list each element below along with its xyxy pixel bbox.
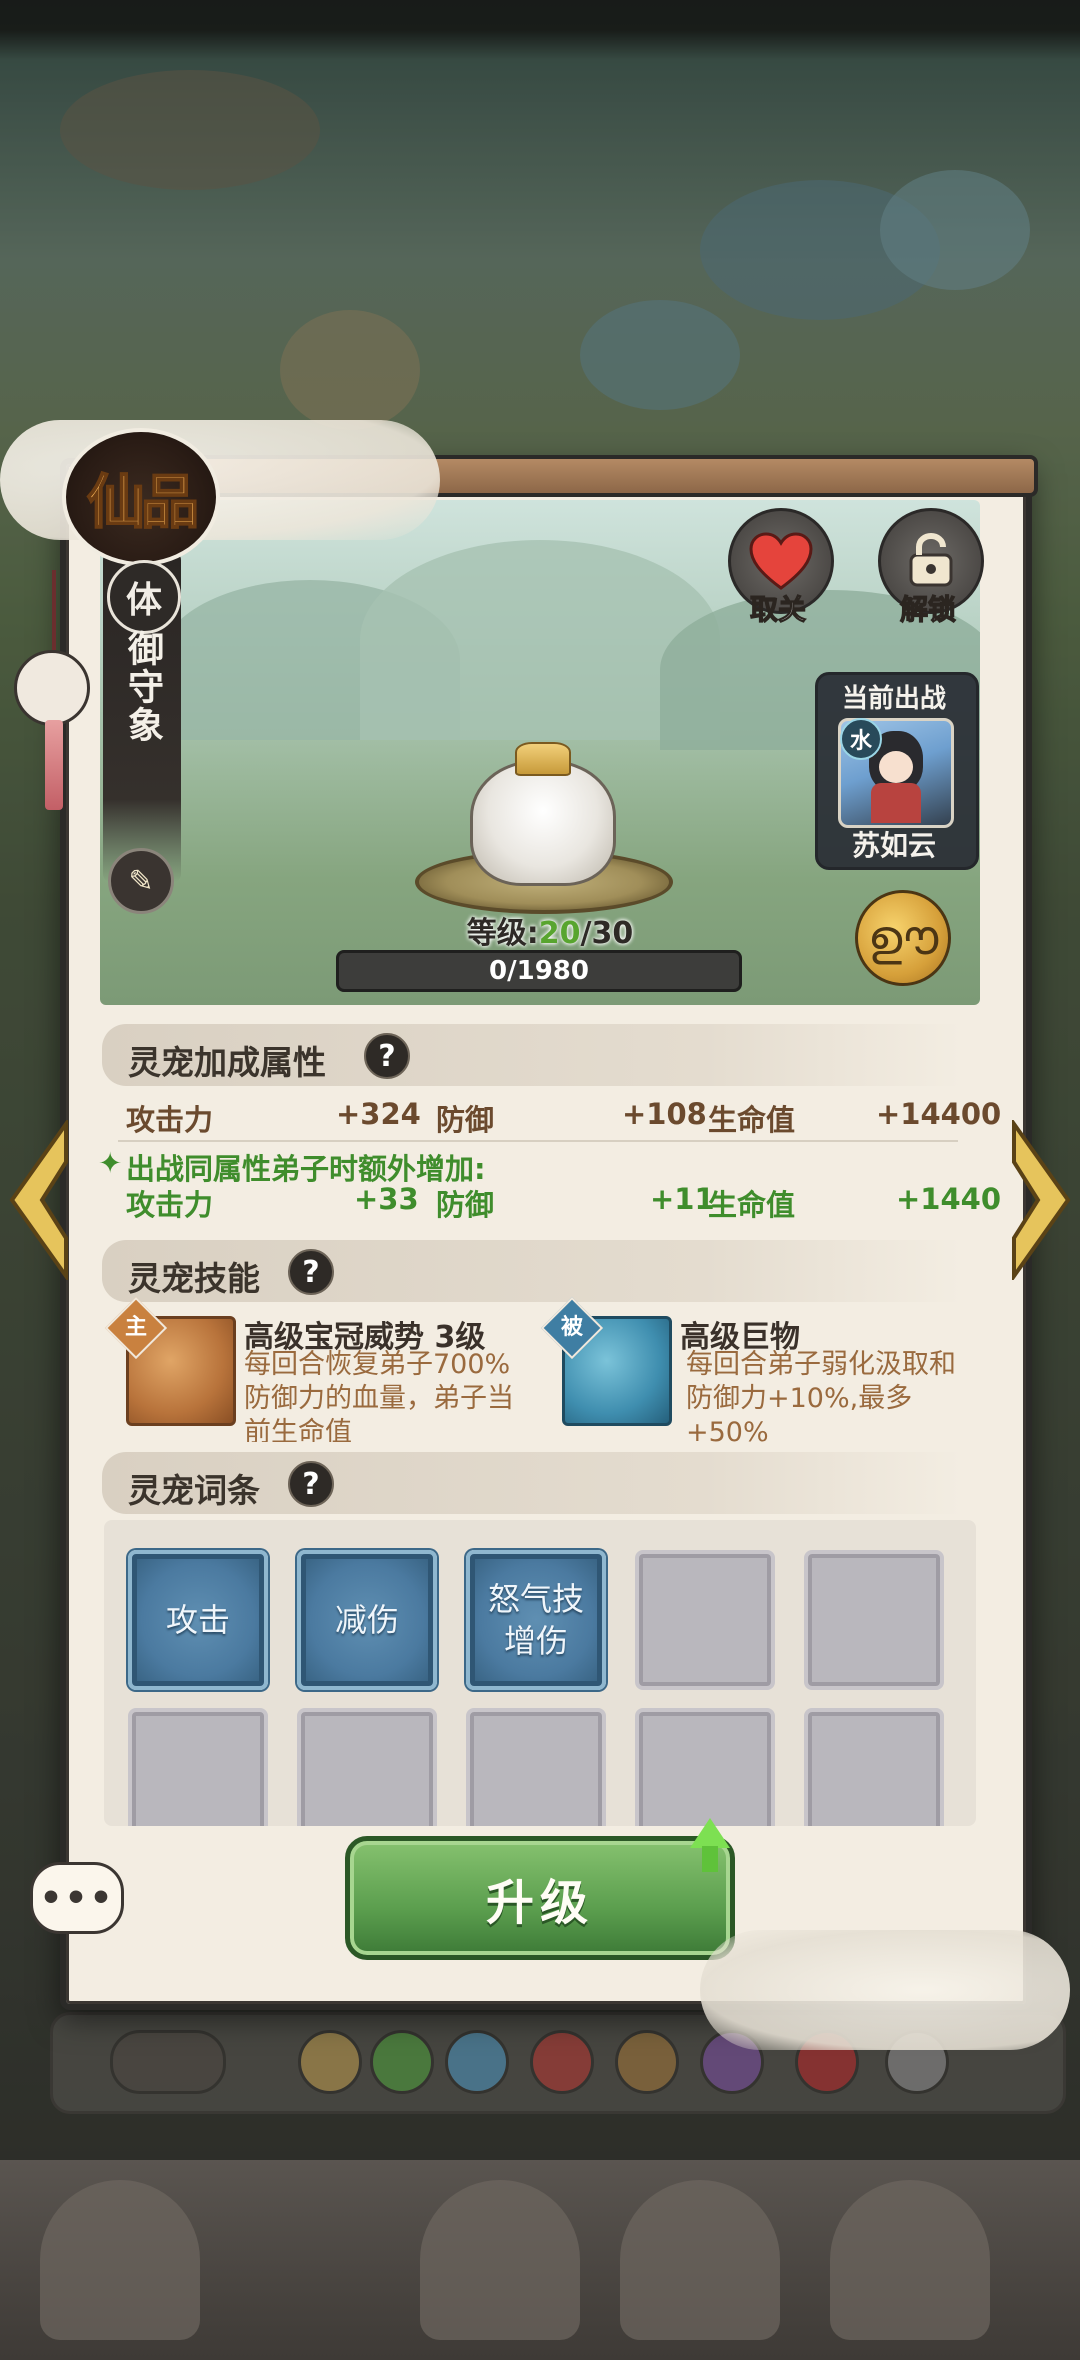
current-battle-title: 当前出战 bbox=[841, 684, 946, 714]
exp-text: 0/1980 bbox=[489, 956, 589, 986]
trait-slot[interactable]: 攻击 bbox=[128, 1550, 268, 1690]
level-prefix: 等级: bbox=[466, 916, 539, 951]
level-max: /30 bbox=[580, 916, 634, 951]
chat-button[interactable]: ••• bbox=[30, 1862, 124, 1934]
divider bbox=[118, 1140, 958, 1142]
nav-item bbox=[830, 2180, 990, 2340]
trait-slot[interactable]: 怒气技 增伤 bbox=[466, 1550, 606, 1690]
brush-icon: ✎ bbox=[128, 863, 154, 899]
pet-type-badge: 体 bbox=[107, 560, 181, 634]
upgrade-button[interactable]: 升级 bbox=[345, 1836, 735, 1960]
stat-value: +324 bbox=[336, 1097, 421, 1131]
chat-bubble-icon: ••• bbox=[39, 1877, 115, 1919]
pet-crown bbox=[515, 742, 571, 776]
trait-slot-empty[interactable] bbox=[804, 1708, 944, 1826]
skills-section-title: 灵宠技能 bbox=[128, 1259, 260, 1298]
trait-slot-empty[interactable] bbox=[297, 1708, 437, 1826]
grade-badge: 仙品 bbox=[62, 428, 220, 566]
swirl-icon[interactable]: ഊ bbox=[855, 890, 951, 986]
pet-elephant-figure[interactable] bbox=[470, 760, 616, 886]
filter-icon bbox=[615, 2030, 679, 2094]
help-icon: ? bbox=[302, 1466, 320, 1502]
chevron-right-icon bbox=[1012, 1120, 1071, 1280]
previous-pet-arrow[interactable] bbox=[2, 1120, 76, 1280]
stat-value: +14400 bbox=[876, 1097, 1002, 1131]
water-element-badge: 水 bbox=[840, 718, 882, 760]
level-text: 等级:20/30 bbox=[400, 908, 700, 952]
stat-value: +108 bbox=[622, 1097, 707, 1131]
filter-icon bbox=[445, 2030, 509, 2094]
lock-icon bbox=[909, 532, 953, 587]
next-pet-arrow[interactable] bbox=[1004, 1120, 1078, 1280]
filter-icon bbox=[530, 2030, 594, 2094]
skills-help-button[interactable]: ? bbox=[288, 1249, 334, 1295]
extra-stat-value: +11 bbox=[650, 1182, 715, 1216]
tassel-icon bbox=[45, 720, 63, 810]
bonus-help-button[interactable]: ? bbox=[364, 1033, 410, 1079]
trait-slot[interactable]: 减伤 bbox=[297, 1550, 437, 1690]
trait-slot-empty[interactable] bbox=[635, 1550, 775, 1690]
exp-bar: 0/1980 bbox=[336, 950, 742, 992]
grade-text: 仙品 bbox=[86, 467, 200, 537]
stat-name: 防御 bbox=[436, 1103, 495, 1137]
extra-stat-name: 生命值 bbox=[708, 1188, 796, 1222]
traits-section-title: 灵宠词条 bbox=[128, 1471, 260, 1510]
cat-charm-icon bbox=[14, 650, 90, 726]
bonus-section-title: 灵宠加成属性 bbox=[128, 1043, 326, 1082]
trait-slot-empty[interactable] bbox=[635, 1708, 775, 1826]
nav-item bbox=[420, 2180, 580, 2340]
follow-toggle-label: 取关 bbox=[749, 592, 806, 626]
chevron-left-icon bbox=[9, 1120, 68, 1280]
filter-icon bbox=[370, 2030, 434, 2094]
charm-string bbox=[52, 570, 56, 650]
extra-stat-name: 防御 bbox=[436, 1188, 495, 1222]
cloud-decoration bbox=[700, 1930, 1070, 2050]
skill-description: 每回合弟子弱化汲取和防御力+10%,最多+50% bbox=[686, 1349, 956, 1442]
rename-brush-button[interactable]: ✎ bbox=[108, 848, 174, 914]
filter-icon bbox=[298, 2030, 362, 2094]
nav-item bbox=[620, 2180, 780, 2340]
traits-help-button[interactable]: ? bbox=[288, 1461, 334, 1507]
trait-grid: 攻击 减伤 怒气技 增伤 bbox=[104, 1520, 976, 1826]
trait-slot-empty[interactable] bbox=[128, 1708, 268, 1826]
diamond-icon: ✦ bbox=[98, 1146, 123, 1180]
extra-stat-name: 攻击力 bbox=[126, 1188, 214, 1222]
heart-icon bbox=[749, 532, 813, 590]
trait-slot-empty[interactable] bbox=[466, 1708, 606, 1826]
upgrade-arrow-icon bbox=[690, 1818, 730, 1848]
filter-all-chip bbox=[110, 2030, 226, 2094]
stat-name: 攻击力 bbox=[126, 1103, 214, 1137]
upgrade-label: 升级 bbox=[485, 1875, 594, 1931]
back-nav-icon bbox=[40, 2180, 200, 2340]
skill-description: 每回合恢复弟子700%防御力的血量，弟子当前生命值 bbox=[244, 1349, 514, 1442]
help-icon: ? bbox=[302, 1254, 320, 1290]
extra-stat-value: +33 bbox=[354, 1182, 419, 1216]
trait-slot-empty[interactable] bbox=[804, 1550, 944, 1690]
current-battle-character: 苏如云 bbox=[851, 829, 936, 862]
extra-stat-value: +1440 bbox=[896, 1182, 1002, 1216]
pet-name: 御守象 bbox=[122, 630, 163, 744]
level-current: 20 bbox=[538, 916, 581, 951]
upgrade-arrow-stem bbox=[702, 1846, 718, 1872]
stat-name: 生命值 bbox=[708, 1103, 796, 1137]
help-icon: ? bbox=[378, 1038, 396, 1074]
unlock-label: 解锁 bbox=[899, 592, 956, 626]
